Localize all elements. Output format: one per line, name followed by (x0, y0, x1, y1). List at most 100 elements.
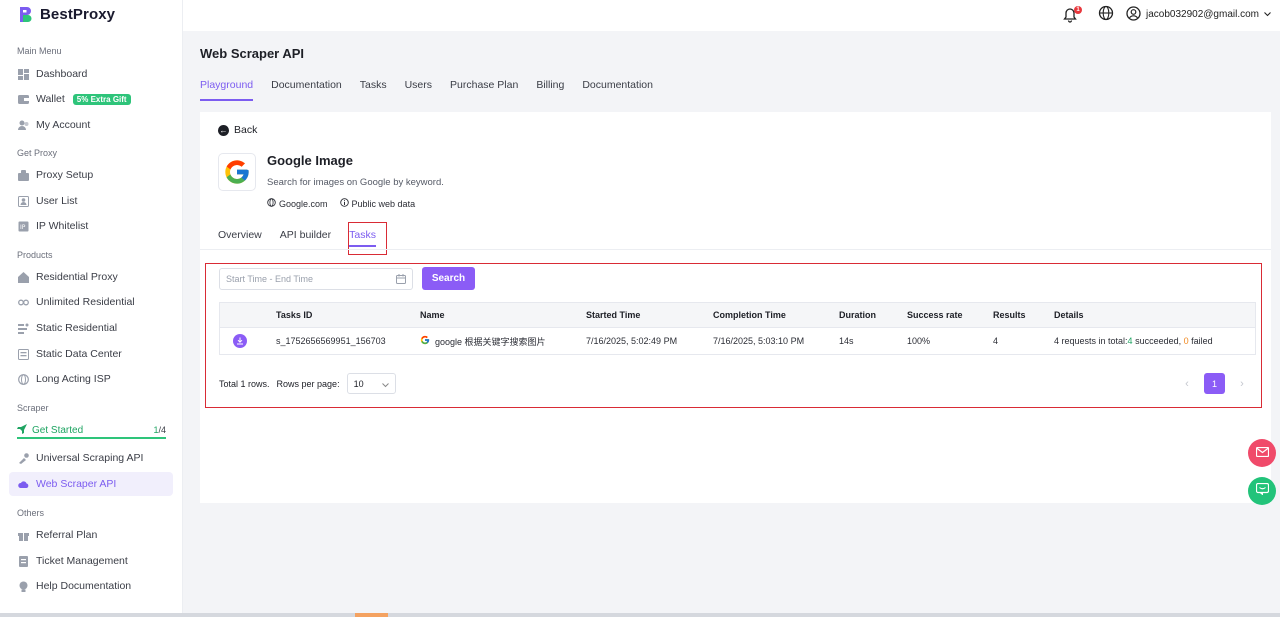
sidebar-item-help-documentation[interactable]: Help Documentation (9, 574, 173, 598)
sidebar-item-user-list[interactable]: User List (9, 189, 173, 213)
header-task-id: Tasks ID (276, 310, 313, 320)
globe-icon[interactable] (1098, 5, 1114, 24)
page-title: Web Scraper API (200, 46, 305, 61)
sidebar-item-label: Web Scraper API (36, 478, 117, 490)
data-center-icon (18, 348, 29, 360)
sidebar-item-static-data-center[interactable]: Static Data Center (9, 342, 173, 366)
tab-billing[interactable]: Billing (536, 79, 564, 101)
info-icon (339, 198, 349, 209)
cell-success-rate: 100% (907, 336, 931, 346)
live-chat-button[interactable] (1248, 477, 1276, 505)
tab-tasks[interactable]: Tasks (360, 79, 387, 101)
tab-playground[interactable]: Playground (200, 79, 254, 101)
cell-results: 4 (993, 336, 999, 346)
sidebar-item-proxy-setup[interactable]: Proxy Setup (9, 163, 173, 187)
sidebar-item-label: Long Acting ISP (36, 373, 111, 385)
sidebar-item-label: Ticket Management (36, 555, 128, 567)
chat-icon (1255, 482, 1269, 500)
product-data-type: Public web data (339, 198, 415, 209)
prev-page-icon[interactable]: ‹ (1182, 374, 1192, 394)
user-email: jacob032902@gmail.com (1146, 9, 1259, 20)
sidebar-item-label: Residential Proxy (36, 271, 118, 283)
cloud-icon (18, 479, 29, 490)
user-list-icon (18, 195, 29, 207)
next-page-icon[interactable]: › (1237, 374, 1247, 394)
rows-per-page-label: Rows per page: (276, 378, 340, 389)
get-started-count: 1/4 (153, 425, 166, 435)
sidebar-item-static-residential[interactable]: Static Residential (9, 316, 173, 340)
tasks-table: Tasks ID Name Started Time Completion Ti… (219, 302, 1256, 355)
header-success-rate: Success rate (907, 310, 963, 320)
product-meta: Google.com Public web data (267, 198, 415, 209)
sidebar-item-dashboard[interactable]: Dashboard (9, 62, 173, 86)
date-range-input[interactable]: Start Time - End Time (219, 268, 413, 290)
sidebar-item-label: Unlimited Residential (36, 296, 135, 308)
sidebar-item-label: Proxy Setup (36, 169, 94, 181)
scroll-thumb[interactable] (355, 613, 388, 617)
tabs-divider (200, 249, 1271, 250)
tab-api-builder[interactable]: API builder (280, 226, 331, 249)
tasks-highlight-box (348, 222, 387, 255)
gift-icon (18, 530, 29, 541)
arrow-left-icon: ← (218, 124, 229, 136)
brand-logo[interactable]: BestProxy (17, 4, 115, 24)
globe-icon (18, 373, 29, 385)
google-logo (218, 153, 256, 191)
contact-email-button[interactable] (1248, 439, 1276, 467)
rows-per-page-select[interactable]: 10 (346, 373, 396, 394)
cell-task-id: s_1752656569951_156703 (276, 336, 386, 346)
tab-purchase-plan[interactable]: Purchase Plan (450, 79, 518, 101)
back-label: Back (234, 124, 258, 136)
search-button[interactable]: Search (422, 267, 475, 290)
sidebar-item-label: Static Residential (36, 322, 118, 334)
notification-bell-icon[interactable]: 1 (1062, 5, 1082, 23)
wallet-icon (18, 94, 29, 105)
header-duration: Duration (839, 310, 876, 320)
user-menu[interactable]: jacob032902@gmail.com (1126, 5, 1271, 24)
sidebar-item-my-account[interactable]: My Account (9, 113, 173, 137)
tab-documentation-2[interactable]: Documentation (582, 79, 653, 101)
back-button[interactable]: ← Back (218, 124, 257, 136)
download-button[interactable] (233, 328, 247, 354)
sidebar-item-label: My Account (36, 119, 91, 131)
tab-documentation[interactable]: Documentation (271, 79, 342, 101)
cell-started-time: 7/16/2025, 5:02:49 PM (586, 336, 678, 346)
globe-icon (267, 198, 276, 209)
sidebar-item-label: Universal Scraping API (36, 452, 144, 464)
get-started-label: Get Started (32, 424, 84, 436)
tab-overview[interactable]: Overview (218, 226, 262, 249)
calendar-icon (396, 274, 406, 286)
top-bar: 1 jacob032902@gmail.com (183, 0, 1280, 31)
get-started-progress[interactable]: Get Started 1/4 (17, 423, 166, 439)
cell-duration: 14s (839, 336, 854, 346)
download-icon (233, 334, 247, 348)
sidebar-item-referral-plan[interactable]: Referral Plan (9, 523, 173, 547)
sidebar-item-ip-whitelist[interactable]: IP IP Whitelist (9, 214, 173, 238)
tab-users[interactable]: Users (405, 79, 432, 101)
page-button-1[interactable]: 1 (1204, 373, 1225, 394)
sidebar-item-label: Wallet (36, 93, 65, 105)
sidebar-item-unlimited-residential[interactable]: Unlimited Residential (9, 290, 173, 314)
sidebar-item-web-scraper-api[interactable]: Web Scraper API (9, 472, 173, 496)
sidebar-item-long-acting-isp[interactable]: Long Acting ISP (9, 367, 173, 391)
dashboard-icon (18, 68, 29, 80)
bottom-scroll-strip (0, 613, 1280, 617)
sidebar-item-label: Help Documentation (36, 580, 132, 592)
brand-name: BestProxy (40, 5, 116, 23)
table-header: Tasks ID Name Started Time Completion Ti… (220, 303, 1255, 327)
sidebar-item-universal-scraping-api[interactable]: Universal Scraping API (9, 446, 173, 470)
table-footer: Total 1 rows. Rows per page: 10 (219, 373, 396, 394)
header-results: Results (993, 310, 1026, 320)
svg-text:IP: IP (20, 224, 26, 231)
infinity-icon (18, 297, 29, 308)
product-name: Google Image (267, 153, 353, 168)
sidebar-item-label: Referral Plan (36, 529, 98, 541)
sidebar-item-label: IP Whitelist (36, 220, 89, 232)
google-g-icon (420, 335, 430, 347)
tasks-panel-highlight: Start Time - End Time Search Tasks ID Na… (205, 263, 1262, 408)
scraping-icon (18, 452, 29, 464)
sidebar-item-wallet[interactable]: Wallet 5% Extra Gift (9, 87, 173, 111)
sidebar-item-ticket-management[interactable]: Ticket Management (9, 549, 173, 573)
sidebar-item-residential-proxy[interactable]: Residential Proxy (9, 265, 173, 289)
ticket-icon (18, 555, 29, 567)
